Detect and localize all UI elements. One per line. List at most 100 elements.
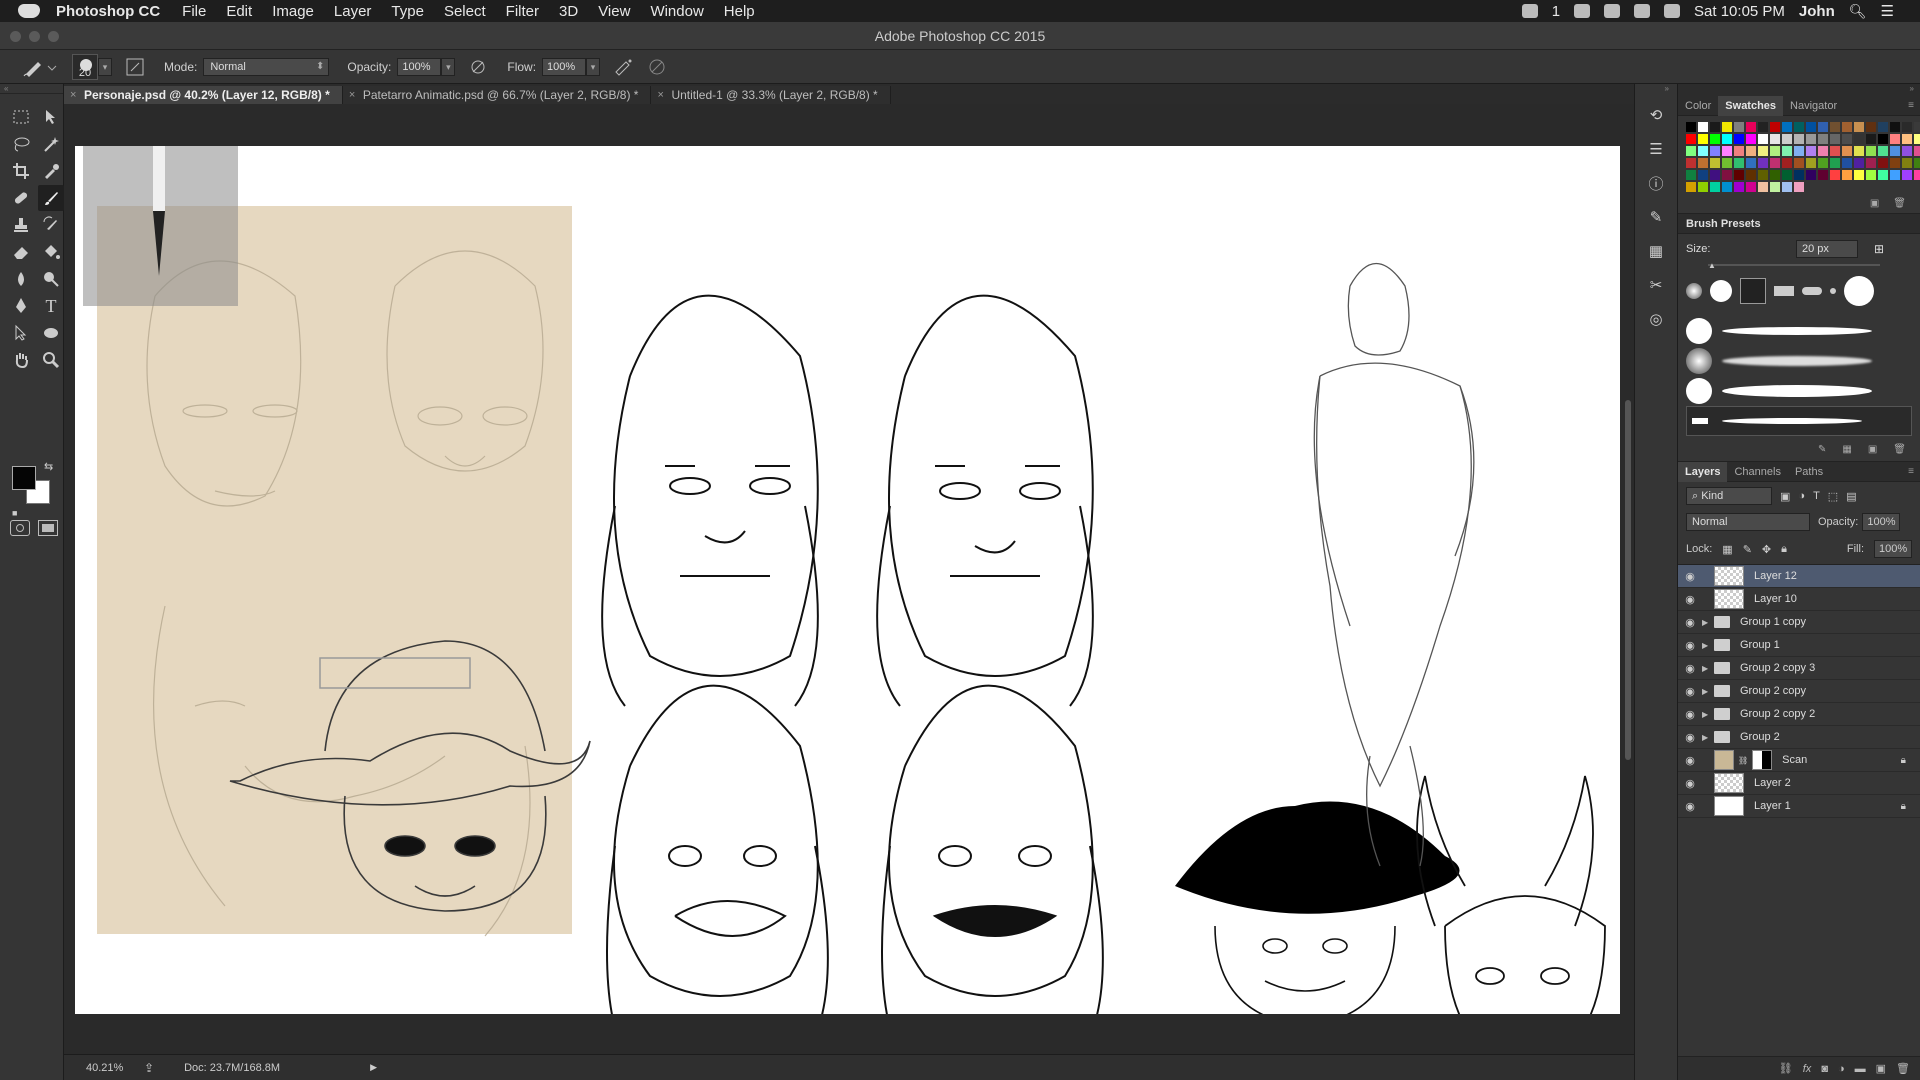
menu-type[interactable]: Type (391, 3, 424, 20)
swatch[interactable] (1734, 134, 1744, 144)
swatch[interactable] (1890, 146, 1900, 156)
expand-group-icon[interactable]: ▶ (1702, 687, 1714, 696)
layer-row[interactable]: ◉ ▶ Group 1 copy (1678, 611, 1920, 634)
zoom-level[interactable]: 40.21% (86, 1062, 128, 1074)
wifi-icon[interactable] (1664, 4, 1681, 18)
swatch[interactable] (1902, 122, 1912, 132)
swatch[interactable] (1758, 122, 1768, 132)
swatch[interactable] (1782, 170, 1792, 180)
swatch[interactable] (1770, 182, 1780, 192)
collapse-panels-icon[interactable]: » (1678, 84, 1920, 96)
brush-panel-icon[interactable]: ✎ (1643, 206, 1669, 228)
swap-colors-icon[interactable]: ⇆ (44, 460, 53, 473)
swatch[interactable] (1878, 158, 1888, 168)
menu-help[interactable]: Help (724, 3, 755, 20)
layer-row[interactable]: ◉ Layer 2 (1678, 772, 1920, 795)
swatch[interactable] (1782, 122, 1792, 132)
swatch[interactable] (1770, 146, 1780, 156)
warning-icon[interactable] (1604, 4, 1621, 18)
swatch[interactable] (1758, 146, 1768, 156)
tab-color[interactable]: Color (1678, 96, 1718, 116)
swatch[interactable] (1746, 122, 1756, 132)
status-menu-arrow-icon[interactable]: ▶ (370, 1062, 377, 1073)
menu-3d[interactable]: 3D (559, 3, 578, 20)
default-colors-icon[interactable]: ■ (12, 508, 17, 518)
swatch[interactable] (1794, 134, 1804, 144)
brush-size-picker[interactable]: 20 (72, 53, 98, 80)
swatch[interactable] (1902, 170, 1912, 180)
swatch[interactable] (1842, 122, 1852, 132)
swatch[interactable] (1746, 146, 1756, 156)
swatch[interactable] (1710, 170, 1720, 180)
swatch[interactable] (1842, 170, 1852, 180)
swatch[interactable] (1818, 122, 1828, 132)
close-window-button[interactable] (10, 31, 21, 42)
swatch[interactable] (1698, 134, 1708, 144)
swatch[interactable] (1914, 146, 1920, 156)
swatch[interactable] (1734, 122, 1744, 132)
pressure-opacity-icon[interactable] (467, 56, 489, 78)
swatch[interactable] (1854, 134, 1864, 144)
tools-collapse-icon[interactable]: « (0, 84, 63, 94)
tool-presets-icon[interactable]: ✂ (1643, 274, 1669, 296)
expand-panels-icon[interactable]: » (1635, 84, 1677, 96)
swatch[interactable] (1758, 134, 1768, 144)
swatch[interactable] (1890, 170, 1900, 180)
new-brush-preset-icon[interactable]: ▣ (1868, 444, 1877, 455)
flow-input[interactable]: 100% (542, 57, 587, 76)
swatch[interactable] (1782, 182, 1792, 192)
visibility-eye-icon[interactable]: ◉ (1678, 639, 1702, 652)
menu-layer[interactable]: Layer (334, 3, 372, 20)
document-canvas[interactable] (75, 146, 1620, 1014)
menu-select[interactable]: Select (444, 3, 486, 20)
swatch[interactable] (1770, 134, 1780, 144)
filter-smart-object-icon[interactable]: ▤ (1846, 490, 1856, 503)
visibility-eye-icon[interactable]: ◉ (1678, 616, 1702, 629)
visibility-eye-icon[interactable]: ◉ (1678, 708, 1702, 721)
layer-row[interactable]: ◉ ▶ Group 2 copy (1678, 680, 1920, 703)
apple-icon[interactable] (18, 4, 40, 18)
swatch[interactable] (1818, 134, 1828, 144)
swatch[interactable] (1722, 182, 1732, 192)
layer-row[interactable]: ◉ ▶ Group 1 (1678, 634, 1920, 657)
filter-shape-icon[interactable]: ⬚ (1828, 490, 1838, 503)
swatch[interactable] (1686, 134, 1696, 144)
menu-app-name[interactable]: Photoshop CC (56, 3, 160, 20)
menu-filter[interactable]: Filter (506, 3, 539, 20)
layer-opacity-input[interactable]: 100% (1862, 513, 1901, 531)
swatch[interactable] (1794, 182, 1804, 192)
hard-brush-tip[interactable] (1710, 280, 1732, 302)
swatch[interactable] (1746, 170, 1756, 180)
lock-position-icon[interactable]: ✥ (1762, 543, 1771, 556)
tab-swatches[interactable]: Swatches (1718, 95, 1784, 116)
swatch[interactable] (1770, 170, 1780, 180)
close-tab-icon[interactable]: × (657, 86, 663, 104)
menu-view[interactable]: View (598, 3, 630, 20)
swatch[interactable] (1866, 158, 1876, 168)
small-brush-tip[interactable] (1830, 288, 1836, 294)
new-brush-icon[interactable]: ⊞ (1874, 242, 1884, 256)
airbrush-icon[interactable] (612, 56, 634, 78)
healing-brush-tool-icon[interactable] (8, 185, 34, 211)
filter-adjustment-icon[interactable]: ◑ (1798, 490, 1805, 502)
mode-select[interactable]: Normal (203, 57, 330, 76)
visibility-eye-icon[interactable]: ◉ (1678, 570, 1702, 583)
swatch[interactable] (1890, 134, 1900, 144)
swatch[interactable] (1698, 146, 1708, 156)
swatch[interactable] (1782, 158, 1792, 168)
swatch[interactable] (1806, 170, 1816, 180)
expand-group-icon[interactable]: ▶ (1702, 664, 1714, 673)
layer-row[interactable]: ◉ Layer 10 (1678, 588, 1920, 611)
swatch[interactable] (1734, 158, 1744, 168)
close-tab-icon[interactable]: × (70, 86, 76, 104)
swatch[interactable] (1878, 170, 1888, 180)
clone-source-icon[interactable]: ▦ (1643, 240, 1669, 262)
swatch[interactable] (1818, 146, 1828, 156)
layer-row[interactable]: ◉ ⛓ Scan 🔒︎ (1678, 749, 1920, 772)
swatch[interactable] (1830, 122, 1840, 132)
brush-grid-icon[interactable]: ▦ (1842, 444, 1851, 455)
libraries-icon[interactable]: ◎ (1643, 308, 1669, 330)
round-brush-tip[interactable] (1802, 287, 1822, 295)
swatch[interactable] (1794, 158, 1804, 168)
swatch[interactable] (1842, 146, 1852, 156)
